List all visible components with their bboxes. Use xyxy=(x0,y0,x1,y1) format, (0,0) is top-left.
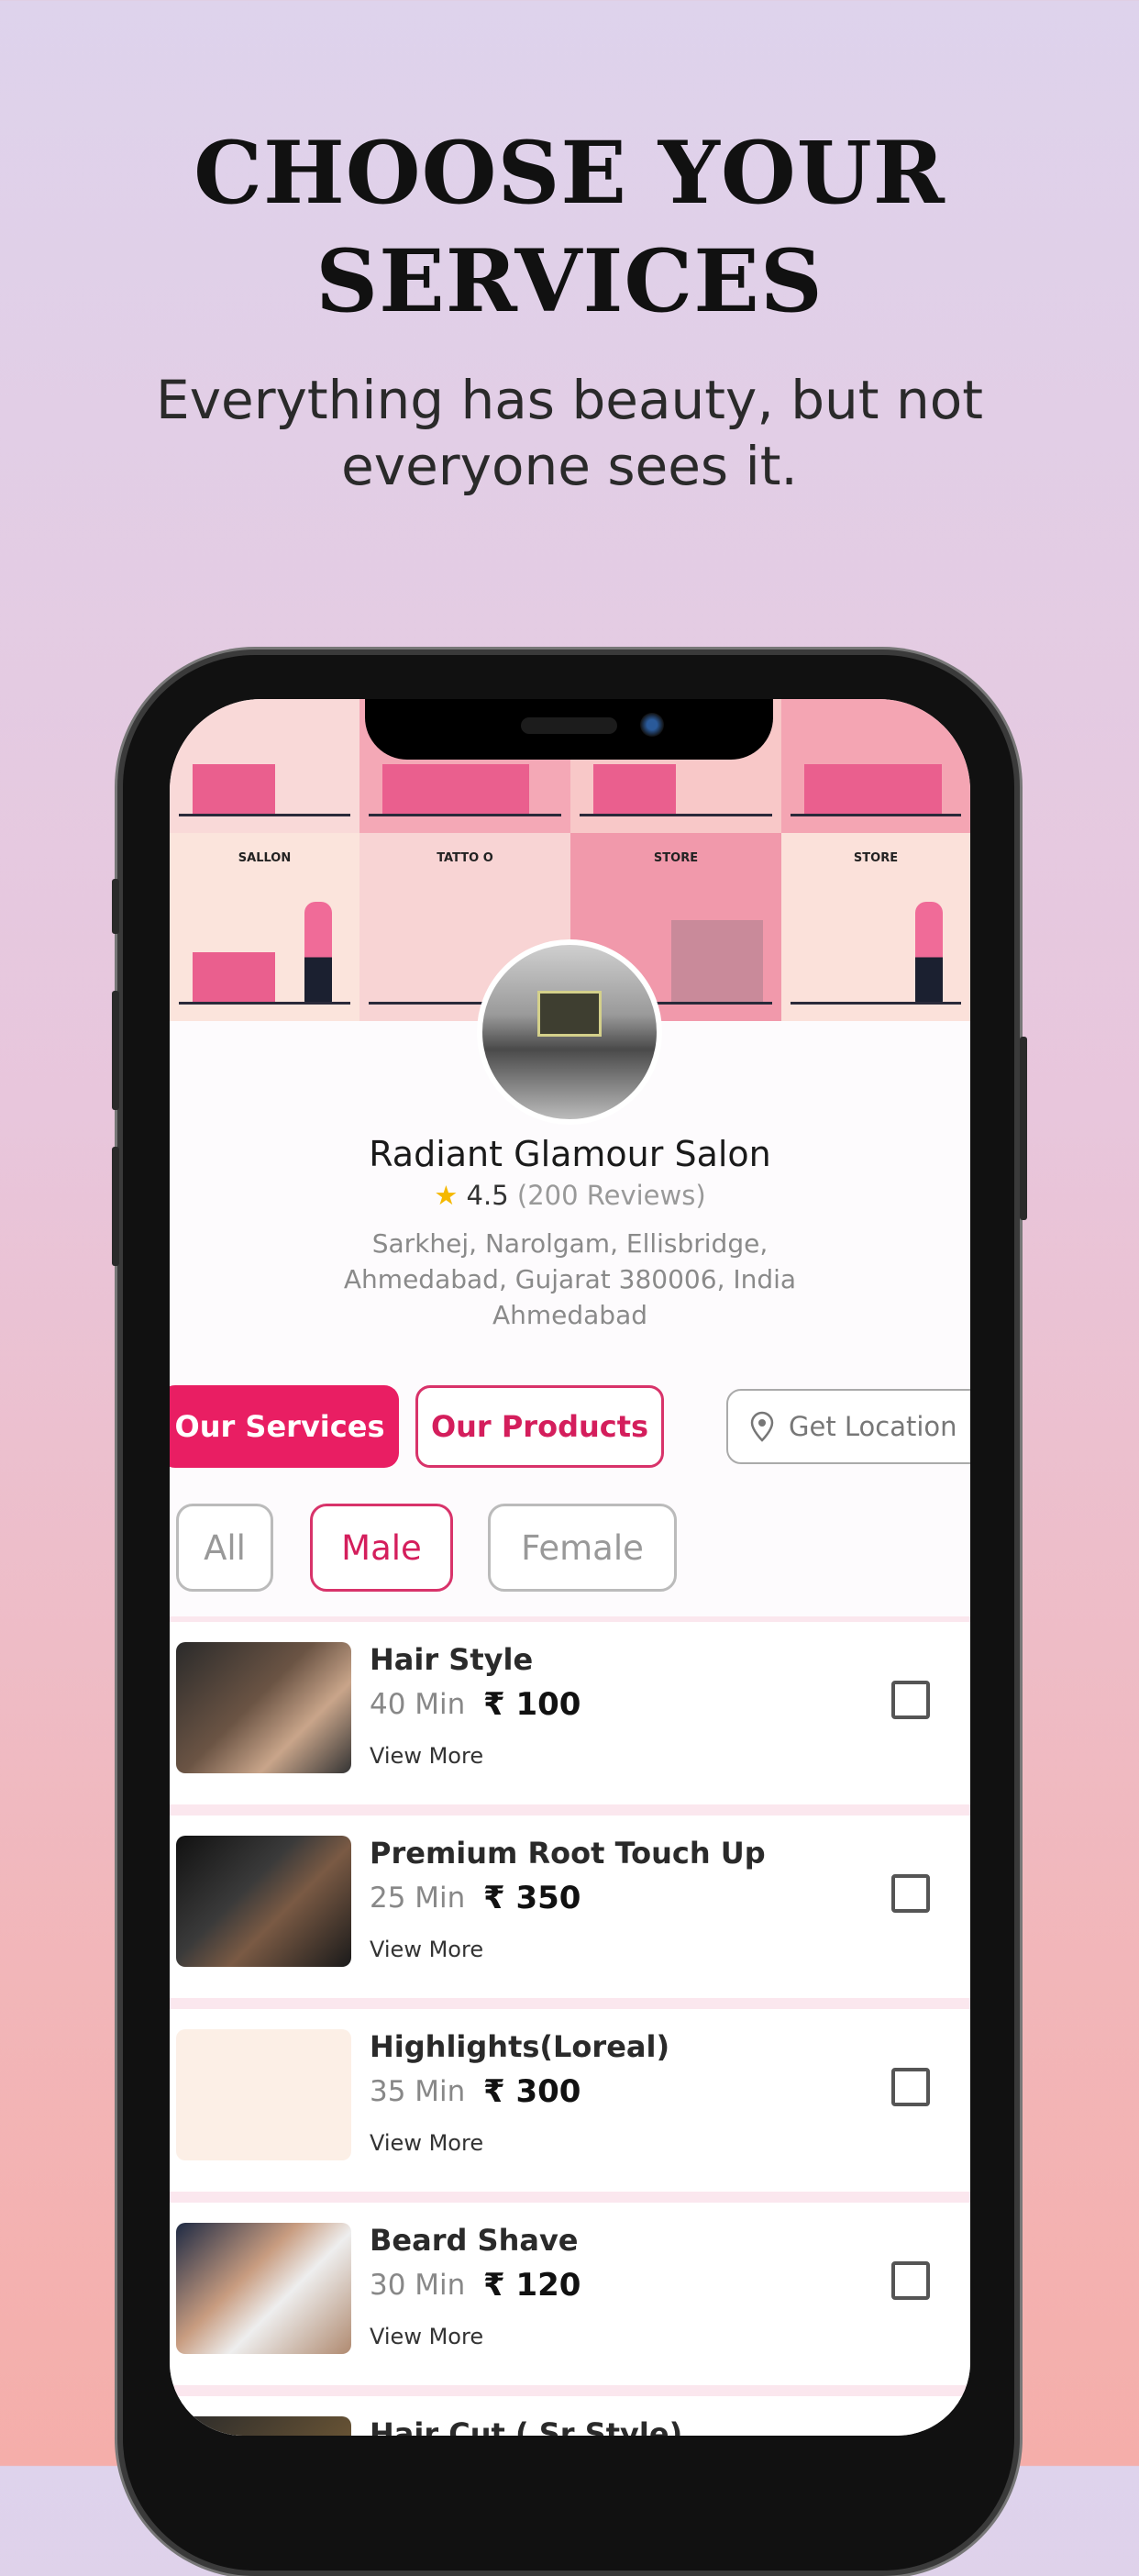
service-item[interactable]: Hair Style 40 Min ₹ 100 View More xyxy=(170,1616,970,1810)
desk-illustration xyxy=(804,764,942,815)
floor xyxy=(580,814,772,816)
service-price: ₹ 120 xyxy=(483,2267,581,2304)
tab-our-services[interactable]: Our Services xyxy=(170,1385,399,1468)
tile-label: TATTO O xyxy=(437,851,493,865)
service-duration: 25 Min xyxy=(370,1882,466,1915)
filter-male[interactable]: Male xyxy=(310,1504,453,1592)
view-more-link[interactable]: View More xyxy=(370,2324,483,2349)
service-image xyxy=(176,2223,351,2354)
salon-address: Sarkhej, Narolgam, Ellisbridge, Ahmedabad… xyxy=(170,1226,970,1333)
service-duration: 40 Min xyxy=(370,1688,466,1721)
phone-button xyxy=(1020,1037,1027,1220)
hero-title-line: SERVICES xyxy=(315,231,824,332)
service-name: Highlights(Loreal) xyxy=(370,2029,670,2064)
notch xyxy=(365,699,773,760)
service-name: Hair Cut ( Sr Style) xyxy=(370,2416,683,2436)
service-price: ₹ 300 xyxy=(483,2073,581,2110)
banner-tile: STORE xyxy=(781,833,970,1021)
floor xyxy=(369,814,561,816)
hero-subtitle: Everything has beauty, but not everyone s… xyxy=(0,367,1139,499)
service-item[interactable]: Hair Cut ( Sr Style) xyxy=(170,2391,970,2436)
service-checkbox[interactable] xyxy=(891,2068,930,2106)
desk-illustration xyxy=(193,764,275,815)
service-name: Premium Root Touch Up xyxy=(370,1836,766,1871)
location-pin-icon xyxy=(750,1411,774,1442)
phone-button xyxy=(112,991,119,1110)
desk-illustration xyxy=(593,764,676,815)
service-checkbox[interactable] xyxy=(891,1874,930,1913)
star-icon: ★ xyxy=(434,1180,459,1211)
app-screen: SALLON TATTO O STORE STORE Radiant Glamo… xyxy=(170,699,970,2436)
service-duration: 30 Min xyxy=(370,2269,466,2302)
view-more-link[interactable]: View More xyxy=(370,2130,483,2156)
shelf-illustration xyxy=(671,920,763,1003)
person-illustration xyxy=(915,902,943,1003)
banner-tile: SALLON xyxy=(170,833,359,1021)
service-image xyxy=(176,2416,351,2436)
avatar-detail xyxy=(537,991,602,1037)
speaker xyxy=(521,717,617,734)
view-more-link[interactable]: View More xyxy=(370,1937,483,1962)
service-name: Hair Style xyxy=(370,1642,534,1677)
banner-tile xyxy=(170,699,359,833)
get-location-button[interactable]: Get Location xyxy=(726,1389,970,1464)
services-list: Hair Style 40 Min ₹ 100 View More Premiu… xyxy=(170,1616,970,2436)
camera-icon xyxy=(640,713,664,737)
salon-name: Radiant Glamour Salon xyxy=(369,1134,771,1174)
address-line: Ahmedabad, Gujarat 380006, India xyxy=(343,1264,797,1294)
hero-subtitle-line: Everything has beauty, but not xyxy=(156,369,983,431)
service-item[interactable]: Premium Root Touch Up 25 Min ₹ 350 View … xyxy=(170,1810,970,2004)
service-name: Beard Shave xyxy=(370,2223,579,2258)
filter-all[interactable]: All xyxy=(176,1504,273,1592)
floor xyxy=(179,1002,350,1005)
get-location-label: Get Location xyxy=(789,1411,957,1442)
review-count[interactable]: (200 Reviews) xyxy=(517,1180,706,1211)
service-price: ₹ 100 xyxy=(483,1686,581,1723)
service-image xyxy=(176,1642,351,1773)
phone-button xyxy=(112,879,119,934)
tile-label: SALLON xyxy=(238,851,292,865)
desk-illustration xyxy=(193,952,275,1003)
service-price: ₹ 350 xyxy=(483,1880,581,1916)
service-duration: 35 Min xyxy=(370,2075,466,2108)
banner-tile xyxy=(781,699,970,833)
tab-our-products[interactable]: Our Products xyxy=(415,1385,664,1468)
hero-title-line: CHOOSE YOUR xyxy=(194,123,945,224)
person-illustration xyxy=(304,902,332,1003)
tile-label: STORE xyxy=(853,851,899,865)
filter-female[interactable]: Female xyxy=(488,1504,677,1592)
floor xyxy=(791,1002,961,1005)
address-city: Ahmedabad xyxy=(492,1300,648,1330)
service-checkbox[interactable] xyxy=(891,1681,930,1719)
service-checkbox[interactable] xyxy=(891,2261,930,2300)
desk-illustration xyxy=(382,764,529,815)
hero-title: CHOOSE YOUR SERVICES xyxy=(0,119,1139,336)
salon-avatar xyxy=(477,939,662,1125)
service-item[interactable]: Highlights(Loreal) 35 Min ₹ 300 View Mor… xyxy=(170,2004,970,2197)
service-item[interactable]: Beard Shave 30 Min ₹ 120 View More xyxy=(170,2197,970,2391)
view-more-link[interactable]: View More xyxy=(370,1743,483,1769)
address-line: Sarkhej, Narolgam, Ellisbridge, xyxy=(371,1228,769,1259)
phone-button xyxy=(112,1147,119,1266)
service-image xyxy=(176,1836,351,1967)
rating: ★ 4.5 (200 Reviews) xyxy=(170,1180,970,1211)
tile-label: STORE xyxy=(653,851,699,865)
floor xyxy=(179,814,350,816)
rating-value: 4.5 xyxy=(466,1180,509,1211)
service-image xyxy=(176,2029,351,2160)
floor xyxy=(791,814,961,816)
hero-subtitle-line: everyone sees it. xyxy=(341,435,798,497)
